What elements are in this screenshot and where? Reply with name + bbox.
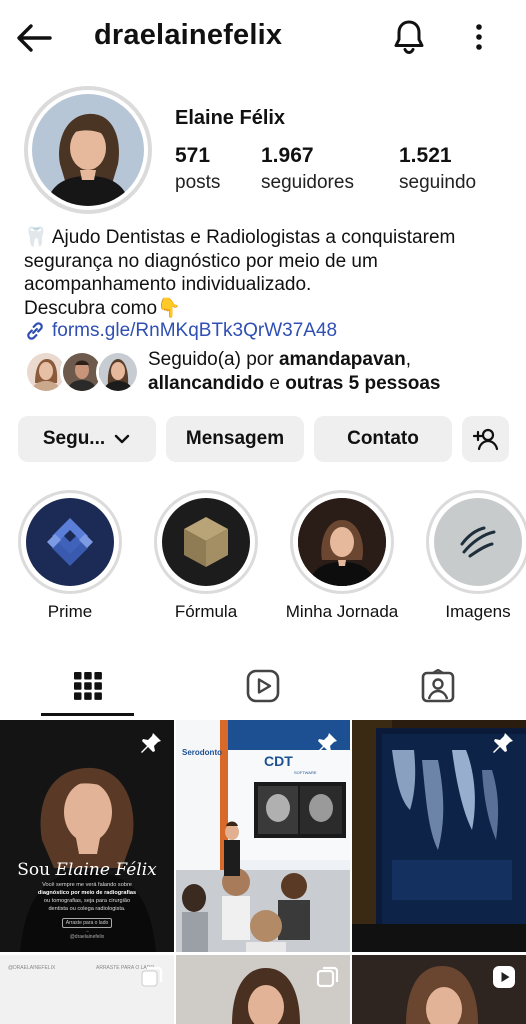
highlight-imagens[interactable]: Imagens (426, 490, 526, 621)
bio-line: Descubra como👇 (24, 297, 181, 319)
message-button-label: Mensagem (185, 428, 285, 449)
tab-grid[interactable] (0, 656, 175, 716)
bell-icon (394, 20, 424, 55)
highlight-cover (162, 498, 250, 586)
arrow-left-icon (17, 24, 52, 52)
more-vertical-icon (476, 24, 482, 50)
highlight-cover (298, 498, 386, 586)
avatar (96, 350, 140, 394)
mutual-user[interactable]: amandapavan (279, 349, 406, 370)
highlight-minha-jornada[interactable]: Minha Jornada (286, 490, 398, 621)
tab-tagged[interactable] (350, 656, 525, 716)
posts-count[interactable]: 571 posts (175, 144, 220, 198)
bio-line: 🦷 Ajudo Dentistas e Radiologistas a conq… (24, 227, 456, 248)
separator: , (405, 349, 411, 370)
message-button[interactable]: Mensagem (166, 416, 304, 462)
post-banner: CDT (264, 753, 293, 769)
highlight-label: Minha Jornada (285, 602, 399, 621)
profile-bio: 🦷 Ajudo Dentistas e Radiologistas a conq… (24, 226, 514, 320)
post-thumbnail[interactable] (176, 955, 350, 1024)
highlight-label: Prime (47, 602, 93, 621)
separator: e (264, 373, 286, 394)
tab-reels[interactable] (175, 656, 350, 716)
bio-link[interactable]: forms.gle/RnMKqBTk3QrW37A48 (24, 320, 337, 342)
more-options-button[interactable] (465, 17, 493, 57)
bio-link-text: forms.gle/RnMKqBTk3QrW37A48 (52, 320, 338, 341)
pin-icon (317, 733, 337, 753)
top-bar: draelainefelix (0, 0, 526, 76)
profile-full-name: Elaine Félix (175, 107, 286, 129)
post-title-name: Elaine Félix (55, 860, 157, 880)
following-button-label: Segu... (42, 428, 106, 449)
post-thumbnail[interactable] (352, 955, 526, 1024)
reel-play-icon (493, 966, 515, 988)
chevron-down-icon (114, 434, 130, 444)
followed-by-row[interactable]: Seguido(a) por amandapavan, allancandido… (24, 348, 441, 396)
grid-icon (73, 672, 102, 700)
stat-value: 571 (175, 144, 211, 167)
post-cta: Arraste para o lado → (62, 918, 112, 934)
post-title-sou: Sou (17, 860, 51, 880)
post-thumbnail[interactable] (352, 720, 526, 952)
highlight-label: Fórmula (174, 602, 238, 621)
highlight-ring (290, 490, 394, 594)
reels-icon (246, 669, 279, 703)
post-handle: @DRAELAINEFELIX (8, 965, 56, 971)
followed-by-text: Seguido(a) por amandapavan, allancandido… (148, 348, 441, 396)
tagged-icon (421, 669, 454, 703)
contact-button-label: Contato (347, 428, 419, 449)
post-body-line: Você sempre me verá falando sobre (42, 882, 132, 888)
highlight-cover (434, 498, 522, 586)
highlight-label: Imagens (445, 602, 511, 621)
pin-icon (493, 733, 513, 753)
post-body-line: dentista ou colega radiologista. (48, 906, 126, 912)
profile-username: draelainefelix (94, 19, 283, 51)
suggest-users-button[interactable] (462, 416, 509, 462)
post-body-line: diagnóstico por meio de radiografias (37, 890, 137, 896)
mutual-user[interactable]: allancandido (148, 373, 264, 394)
post-thumbnail[interactable]: @DRAELAINEFELIX ARRASTE PARA O LADO (0, 955, 174, 1024)
post-side-sign: Serodonto (182, 748, 222, 757)
followed-by-prefix: Seguido(a) por (148, 349, 279, 370)
pin-icon (141, 733, 161, 753)
add-user-icon (472, 428, 498, 451)
active-tab-indicator (41, 713, 134, 716)
notifications-button[interactable] (389, 17, 429, 57)
mutual-followers-avatars (24, 349, 140, 395)
post-thumbnail[interactable]: CDT SOFTWARE Serodonto (176, 720, 350, 952)
stat-value: 1.521 (399, 144, 452, 167)
stat-label: posts (175, 172, 221, 193)
stat-value: 1.967 (261, 144, 314, 167)
highlight-ring (18, 490, 122, 594)
avatar (32, 94, 144, 206)
following-button[interactable]: Segu... (18, 416, 156, 462)
link-icon (27, 322, 43, 340)
following-count[interactable]: 1.521 seguindo (399, 144, 476, 198)
post-banner-sub: SOFTWARE (294, 770, 317, 775)
highlight-prime[interactable]: Prime (18, 490, 122, 621)
post-thumbnail[interactable]: Sou Elaine Félix Você sempre me verá fal… (0, 720, 174, 952)
carousel-icon (141, 966, 163, 987)
highlight-formula[interactable]: Fórmula (154, 490, 258, 621)
post-body: Você sempre me verá falando sobre diagnó… (0, 881, 174, 913)
bio-line: acompanhamento individualizado. (24, 274, 312, 295)
back-button[interactable] (14, 20, 54, 56)
squiggle-icon (460, 526, 496, 558)
cube-icon (184, 517, 228, 567)
stat-label: seguidores (261, 172, 354, 193)
post-handle: @draelainefelix (69, 934, 105, 940)
post-body-line: ou tomografias, seja para cirurgião (43, 898, 131, 904)
carousel-icon (316, 966, 339, 988)
stat-label: seguindo (399, 172, 477, 193)
mutual-others[interactable]: outras 5 pessoas (285, 373, 440, 394)
contact-button[interactable]: Contato (314, 416, 452, 462)
post-title: Sou Elaine Félix (0, 860, 174, 880)
highlight-ring (154, 490, 258, 594)
highlight-cover (26, 498, 114, 586)
bio-line: segurança no diagnóstico por meio de um (24, 250, 378, 272)
followers-count[interactable]: 1.967 seguidores (261, 144, 354, 198)
profile-avatar[interactable] (24, 86, 152, 214)
diamond-logo-icon (47, 518, 93, 566)
highlight-ring (426, 490, 526, 594)
